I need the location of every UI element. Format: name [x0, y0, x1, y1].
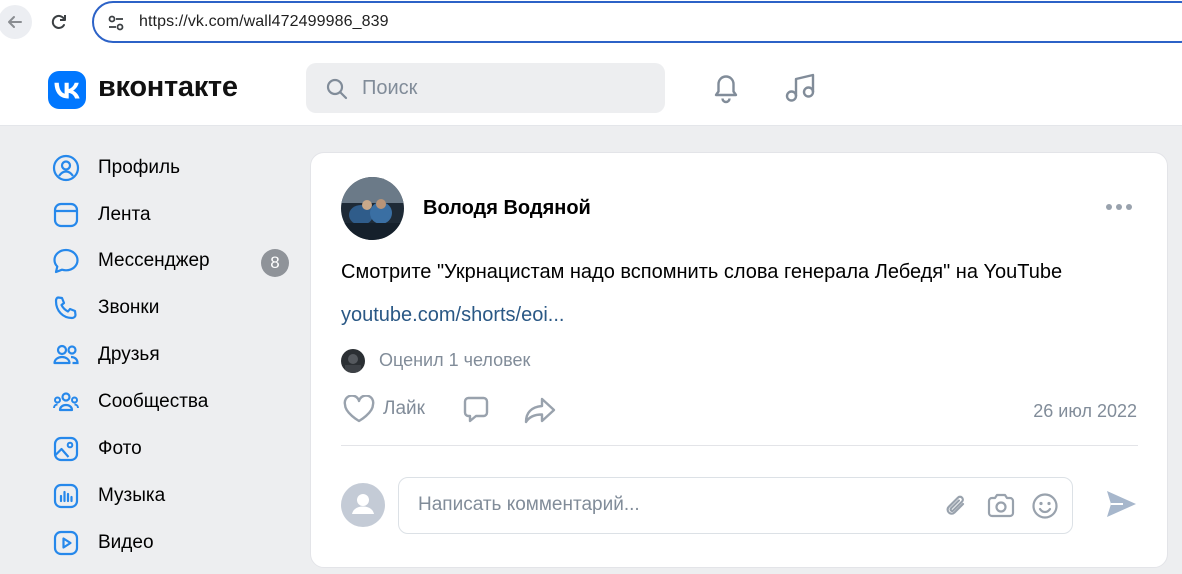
unread-count-badge: 8	[261, 249, 289, 277]
paperclip-icon[interactable]	[943, 492, 971, 520]
user-placeholder-icon	[352, 494, 374, 514]
author-avatar[interactable]	[341, 177, 404, 240]
like-label: Лайк	[383, 398, 425, 419]
messenger-icon	[53, 248, 79, 274]
liker-photo	[341, 349, 365, 373]
sidebar-item-label: Друзья	[98, 344, 160, 365]
like-button[interactable]: Лайк	[343, 395, 425, 423]
photo-icon	[53, 436, 79, 462]
sidebar-item-label: Фото	[98, 438, 142, 459]
arrow-left-icon	[8, 16, 22, 28]
divider	[341, 445, 1138, 446]
post-text: Смотрите "Укрнацистам надо вспомнить сло…	[341, 261, 1063, 283]
author-photo	[341, 177, 404, 240]
post-link[interactable]: youtube.com/shorts/eoi...	[341, 304, 564, 327]
sidebar-item-communities[interactable]: Сообщества	[50, 382, 295, 422]
search-field[interactable]: Поиск	[306, 63, 665, 113]
sidebar-item-label: Профиль	[98, 157, 181, 178]
reload-button[interactable]	[42, 5, 76, 39]
current-user-avatar	[341, 483, 385, 527]
send-icon[interactable]	[1104, 487, 1138, 521]
sidebar-item-label: Звонки	[98, 297, 160, 318]
video-icon	[53, 530, 79, 556]
sidebar-item-photos[interactable]: Фото	[50, 429, 295, 469]
phone-icon	[54, 296, 77, 320]
liker-avatar[interactable]	[341, 349, 365, 373]
brand-name[interactable]: вконтакте	[98, 71, 238, 104]
sidebar-item-label: Музыка	[98, 485, 166, 506]
search-icon	[326, 78, 348, 100]
comment-button[interactable]	[461, 395, 491, 425]
back-button[interactable]	[0, 5, 32, 39]
more-options-icon[interactable]	[1104, 197, 1134, 217]
sidebar-item-label: Мессенджер	[98, 250, 210, 271]
share-button[interactable]	[523, 395, 557, 425]
communities-icon	[53, 392, 79, 412]
heart-icon	[343, 395, 375, 423]
post-date[interactable]: 26 июл 2022	[1033, 401, 1137, 422]
emoji-icon[interactable]	[1031, 492, 1059, 520]
comment-placeholder: Написать комментарий...	[418, 494, 640, 515]
site-header: вконтакте Поиск	[0, 46, 1182, 126]
share-icon	[524, 397, 556, 424]
likes-summary[interactable]: Оценил 1 человек	[379, 350, 530, 371]
comment-icon	[463, 396, 489, 423]
reload-icon	[51, 14, 66, 29]
site-settings-icon[interactable]	[106, 13, 126, 33]
bell-icon[interactable]	[710, 71, 742, 105]
friends-icon	[53, 344, 79, 365]
wall-post-card: Володя Водяной Смотрите "Укрнацистам над…	[310, 152, 1168, 568]
profile-icon	[52, 154, 80, 182]
url-text[interactable]: https://vk.com/wall472499986_839	[139, 13, 389, 31]
vk-logo-icon[interactable]	[48, 71, 86, 109]
sidebar-item-label: Видео	[98, 532, 154, 553]
music-note-icon[interactable]	[784, 71, 818, 105]
author-name[interactable]: Володя Водяной	[423, 197, 591, 220]
comment-input[interactable]: Написать комментарий...	[398, 477, 1073, 534]
sidebar-item-label: Сообщества	[98, 391, 209, 412]
sidebar-item-messenger[interactable]: Мессенджер 8	[50, 241, 295, 281]
sidebar-item-music[interactable]: Музыка	[50, 476, 295, 516]
camera-icon[interactable]	[986, 492, 1016, 520]
sidebar-item-profile[interactable]: Профиль	[50, 148, 295, 188]
feed-icon	[53, 202, 79, 228]
sidebar-item-label: Лента	[98, 204, 151, 225]
music-icon	[53, 483, 79, 509]
sidebar-item-video[interactable]: Видео	[50, 523, 295, 563]
sidebar-item-feed[interactable]: Лента	[50, 195, 295, 235]
address-bar[interactable]: https://vk.com/wall472499986_839	[92, 1, 1182, 43]
search-placeholder: Поиск	[362, 77, 418, 99]
sidebar-item-friends[interactable]: Друзья	[50, 335, 295, 375]
sidebar-item-calls[interactable]: Звонки	[50, 288, 295, 328]
